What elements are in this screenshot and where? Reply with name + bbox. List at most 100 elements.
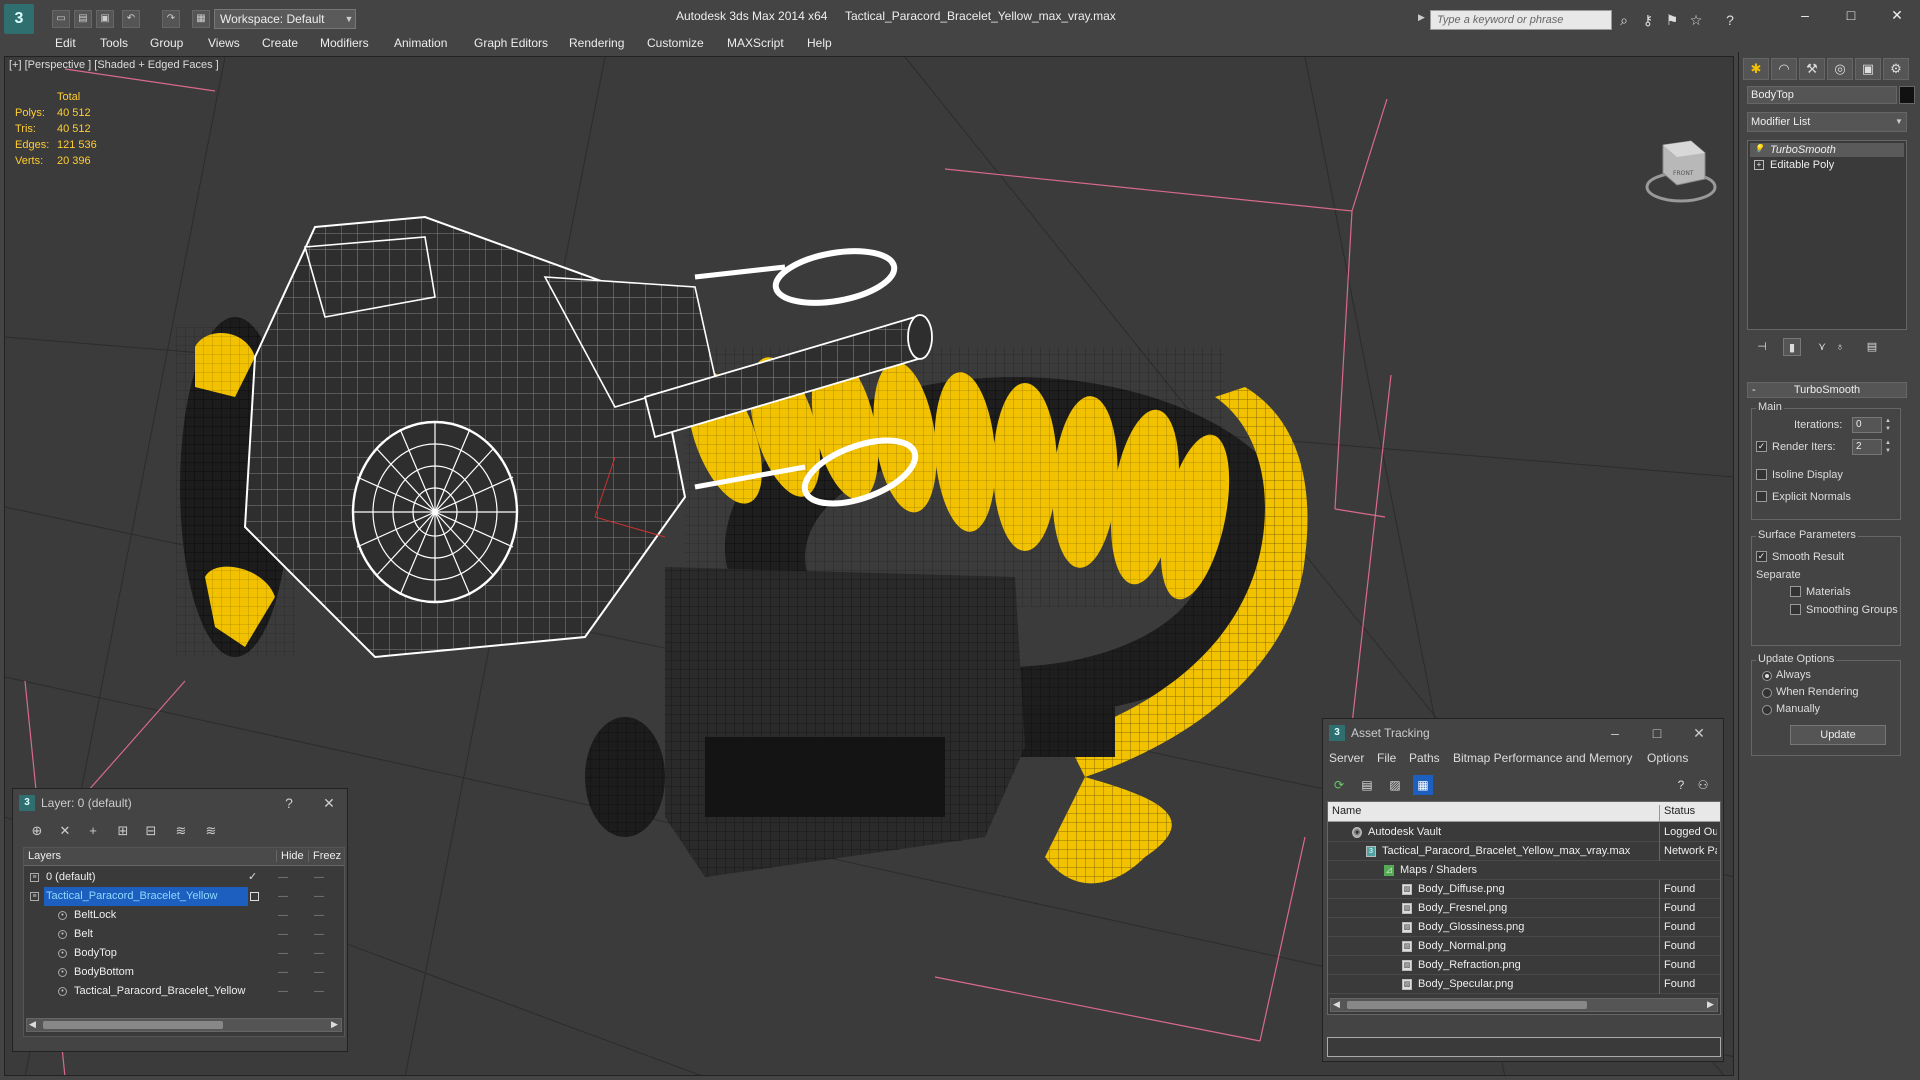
horizontal-scrollbar[interactable]: ◀ ▶ bbox=[1330, 998, 1718, 1012]
spinner-arrows-icon[interactable]: ▲ ▼ bbox=[1884, 439, 1892, 455]
object-name[interactable]: BodyBottom bbox=[72, 963, 134, 982]
layer-row[interactable]: • BodyTop — — bbox=[24, 944, 344, 963]
explicit-normals-checkbox[interactable] bbox=[1756, 491, 1767, 502]
horizontal-scrollbar[interactable]: ◀ ▶ bbox=[26, 1018, 342, 1032]
collapse-icon[interactable]: - bbox=[1752, 383, 1756, 397]
materials-checkbox[interactable] bbox=[1790, 586, 1801, 597]
freeze-toggle[interactable]: — bbox=[314, 963, 324, 982]
modifier-stack[interactable]: 💡 TurboSmooth + Editable Poly bbox=[1747, 140, 1907, 330]
app-logo-icon[interactable]: 3 bbox=[4, 4, 34, 34]
smooth-result-checkbox[interactable]: ✓ bbox=[1756, 551, 1767, 562]
hide-toggle[interactable]: — bbox=[278, 868, 288, 887]
modify-tab-icon[interactable]: ◠ bbox=[1771, 58, 1797, 80]
layer-row[interactable]: • BodyBottom — — bbox=[24, 963, 344, 982]
scrollbar-thumb[interactable] bbox=[43, 1021, 223, 1029]
list-view-icon[interactable]: ▤ bbox=[1357, 775, 1377, 795]
menu-help[interactable]: Help bbox=[807, 36, 832, 50]
scroll-left-icon[interactable]: ◀ bbox=[29, 1019, 36, 1030]
help-icon[interactable]: ? bbox=[1671, 775, 1691, 795]
asset-menu-options[interactable]: Options bbox=[1647, 751, 1688, 765]
add-selection-icon[interactable]: + bbox=[83, 821, 103, 841]
open-file-icon[interactable]: ▤ bbox=[74, 10, 92, 28]
configure-modifier-sets-icon[interactable]: ▤ bbox=[1863, 338, 1881, 356]
menu-views[interactable]: Views bbox=[208, 36, 240, 50]
viewport-label-menu[interactable]: [+] [Perspective ] [Shaded + Edged Faces… bbox=[9, 59, 219, 71]
render-iters-spinner[interactable]: 2 bbox=[1852, 439, 1882, 455]
workspace-dropdown[interactable]: Workspace: Default bbox=[214, 9, 356, 29]
workspace-dropdown-arrow-icon[interactable]: ▼ bbox=[342, 9, 356, 29]
asset-path-field[interactable] bbox=[1327, 1037, 1721, 1057]
freeze-toggle[interactable]: — bbox=[314, 906, 324, 925]
asset-menu-file[interactable]: File bbox=[1377, 751, 1396, 765]
update-manually-radio[interactable] bbox=[1762, 705, 1772, 715]
menu-create[interactable]: Create bbox=[262, 36, 298, 50]
communication-center-icon[interactable]: ⚑ bbox=[1662, 10, 1682, 30]
hide-toggle[interactable]: — bbox=[278, 963, 288, 982]
context-help-icon[interactable]: ⚇ bbox=[1693, 775, 1713, 795]
render-iters-checkbox[interactable]: ✓ bbox=[1756, 441, 1767, 452]
update-button[interactable]: Update bbox=[1790, 725, 1886, 745]
create-tab-icon[interactable]: ✱ bbox=[1743, 58, 1769, 80]
object-name-field[interactable]: BodyTop bbox=[1747, 86, 1897, 104]
column-header-status[interactable]: Status bbox=[1659, 805, 1695, 821]
asset-row[interactable]: ◿ Maps / Shaders bbox=[1328, 861, 1720, 880]
favorites-star-icon[interactable]: ☆ bbox=[1686, 10, 1706, 30]
object-name[interactable]: BeltLock bbox=[72, 906, 116, 925]
asset-row[interactable]: 3 Tactical_Paracord_Bracelet_Yellow_max_… bbox=[1328, 842, 1720, 861]
hide-toggle[interactable]: — bbox=[278, 982, 288, 1001]
column-header-hide[interactable]: Hide bbox=[276, 850, 304, 862]
expand-plus-icon[interactable]: + bbox=[1754, 160, 1764, 170]
layer-name[interactable]: 0 (default) bbox=[44, 868, 96, 887]
minimize-button[interactable]: – bbox=[1782, 4, 1828, 26]
help-icon[interactable]: ? bbox=[1720, 10, 1740, 30]
freeze-toggle[interactable]: — bbox=[314, 887, 324, 906]
freeze-toggle[interactable]: — bbox=[314, 982, 324, 1001]
chevron-down-icon[interactable]: ▼ bbox=[1895, 112, 1907, 132]
asset-row[interactable]: ▨ Body_Normal.png Found bbox=[1328, 937, 1720, 956]
menu-animation[interactable]: Animation bbox=[394, 36, 447, 50]
iterations-spinner[interactable]: 0 bbox=[1852, 417, 1882, 433]
modifier-list-dropdown[interactable]: Modifier List bbox=[1747, 112, 1907, 132]
menu-rendering[interactable]: Rendering bbox=[569, 36, 624, 50]
freeze-toggle[interactable]: — bbox=[314, 944, 324, 963]
spinner-arrows-icon[interactable]: ▲ ▼ bbox=[1884, 417, 1892, 433]
freeze-all-layers-icon[interactable]: ≋ bbox=[201, 821, 221, 841]
table-view-icon[interactable]: ▦ bbox=[1413, 775, 1433, 795]
subscription-key-icon[interactable]: ⚷ bbox=[1638, 10, 1658, 30]
smoothing-groups-checkbox[interactable] bbox=[1790, 604, 1801, 615]
hide-toggle[interactable]: — bbox=[278, 906, 288, 925]
scroll-right-icon[interactable]: ▶ bbox=[1707, 999, 1714, 1010]
infocenter-binoculars-icon[interactable]: ⌕ bbox=[1614, 10, 1634, 30]
active-layer-check-icon[interactable]: ✓ bbox=[248, 868, 257, 887]
isoline-display-checkbox[interactable] bbox=[1756, 469, 1767, 480]
close-button[interactable]: ✕ bbox=[319, 793, 339, 813]
asset-row[interactable]: ▨ Body_Glossiness.png Found bbox=[1328, 918, 1720, 937]
lightbulb-icon[interactable]: 💡 bbox=[1754, 145, 1764, 155]
object-name[interactable]: BodyTop bbox=[72, 944, 117, 963]
asset-row[interactable]: ▨ Body_Refraction.png Found bbox=[1328, 956, 1720, 975]
save-file-icon[interactable]: ▣ bbox=[96, 10, 114, 28]
scrollbar-thumb[interactable] bbox=[1347, 1001, 1587, 1009]
highlight-layer-icon[interactable]: ⊟ bbox=[141, 821, 161, 841]
asset-menu-server[interactable]: Server bbox=[1329, 751, 1364, 765]
layer-row[interactable]: ≡ Tactical_Paracord_Bracelet_Yellow — — bbox=[24, 887, 344, 906]
project-folder-icon[interactable]: ▦ bbox=[192, 10, 210, 28]
show-end-result-icon[interactable]: ▮ bbox=[1783, 338, 1801, 356]
scroll-left-icon[interactable]: ◀ bbox=[1333, 999, 1340, 1010]
hide-toggle[interactable]: — bbox=[278, 925, 288, 944]
menu-maxscript[interactable]: MAXScript bbox=[727, 36, 784, 50]
menu-customize[interactable]: Customize bbox=[647, 36, 704, 50]
layer-name[interactable]: Tactical_Paracord_Bracelet_Yellow bbox=[44, 887, 248, 906]
layer-row[interactable]: • Tactical_Paracord_Bracelet_Yellow — — bbox=[24, 982, 344, 1001]
asset-row[interactable]: ▨ Body_Fresnel.png Found bbox=[1328, 899, 1720, 918]
column-header-layers[interactable]: Layers bbox=[28, 850, 61, 862]
delete-layer-icon[interactable]: ✕ bbox=[55, 821, 75, 841]
minimize-button[interactable]: – bbox=[1605, 723, 1625, 743]
menu-modifiers[interactable]: Modifiers bbox=[320, 36, 369, 50]
redo-icon[interactable]: ↷ bbox=[162, 10, 180, 28]
close-button[interactable]: ✕ bbox=[1689, 723, 1709, 743]
search-input[interactable]: Type a keyword or phrase bbox=[1430, 10, 1612, 30]
layer-row[interactable]: • Belt — — bbox=[24, 925, 344, 944]
hide-toggle[interactable]: — bbox=[278, 887, 288, 906]
asset-row[interactable]: ▨ Body_Specular.png Found bbox=[1328, 975, 1720, 994]
